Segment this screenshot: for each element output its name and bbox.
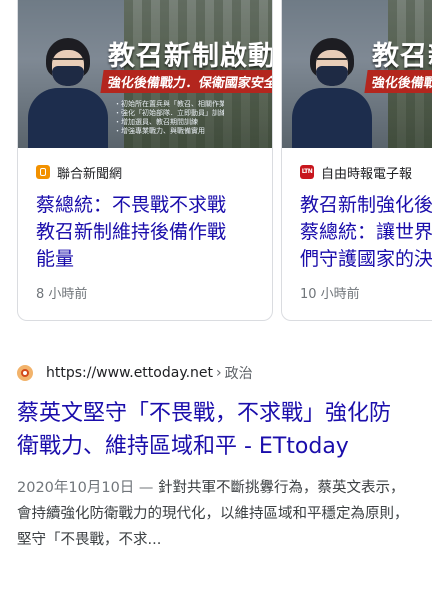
result-site-row[interactable]: https://www.ettoday.net › 政治 bbox=[17, 362, 417, 384]
ettoday-favicon-icon bbox=[17, 365, 33, 381]
news-source: 聯合新聞網 bbox=[36, 163, 123, 182]
president-figure bbox=[292, 30, 372, 148]
news-card[interactable]: 教召新制啟動 強化後備戰力．保衛國家安全！ ・初始所在置兵與「教召、相關作業及守… bbox=[17, 0, 273, 321]
news-thumbnail[interactable]: 教召新制啟動 強化後備戰力．保衛國家安全！ ・初始所在置兵與「教召、相關作業及守… bbox=[18, 0, 273, 148]
thumbnail-subtitle: 強化後備戰力．保衛國家安全！ bbox=[100, 70, 272, 93]
headline-line: 蔡總統：不畏戰不求戰 bbox=[36, 194, 227, 216]
thumbnail-title: 教召新制啟動 bbox=[372, 41, 432, 72]
headline-line: 能量 bbox=[36, 248, 75, 270]
news-headline[interactable]: 蔡總統：不畏戰不求戰 教召新制維持後備作戰 能量 bbox=[36, 192, 272, 273]
thumbnail-list-line: ・初始所在置兵與「教召、相關作業及守備陣位」 bbox=[114, 100, 224, 108]
headline-line: 教召新制維持後備作戰 bbox=[36, 221, 227, 243]
news-time: 10 小時前 bbox=[300, 287, 360, 302]
headline-line: 們守護國家的決 bbox=[300, 248, 432, 270]
thumbnail-list-line: ・增加選員、教召期間訓練 bbox=[114, 118, 198, 126]
thumbnail-list: ・初始所在置兵與「教召、相關作業及守備陣位」 ・強化「初始部隊．立即動員」訓練 … bbox=[114, 100, 224, 136]
date-dash: — bbox=[134, 480, 159, 496]
news-card[interactable]: 教召新制啟動 強化後備戰力．保衛國 LTN 自由時報電子報 教召新制強化後 蔡總… bbox=[281, 0, 432, 321]
result-url[interactable]: https://www.ettoday.net bbox=[46, 365, 213, 381]
ltn-logo-icon: LTN bbox=[300, 165, 314, 179]
result-breadcrumb: 政治 bbox=[224, 366, 253, 382]
news-time: 8 小時前 bbox=[36, 287, 88, 302]
top-stories-carousel: 教召新制啟動 強化後備戰力．保衛國家安全！ ・初始所在置兵與「教召、相關作業及守… bbox=[0, 0, 432, 340]
news-source: LTN 自由時報電子報 bbox=[300, 163, 413, 182]
udn-logo-icon bbox=[36, 165, 50, 179]
thumbnail-subtitle: 強化後備戰力．保衛國 bbox=[364, 70, 432, 93]
result-snippet: 2020年10月10日 — 針對共軍不斷挑釁行為，蔡英文表示，會持續強化防衛戰力… bbox=[17, 475, 412, 553]
thumbnail-list-line: ・強化「初始部隊．立即動員」訓練 bbox=[114, 109, 224, 117]
source-name: 聯合新聞網 bbox=[57, 166, 123, 182]
search-result: https://www.ettoday.net › 政治 蔡英文堅守「不畏戰，不… bbox=[17, 362, 417, 553]
headline-line: 教召新制強化後 bbox=[300, 194, 432, 216]
headline-line: 蔡總統：讓世界 bbox=[300, 221, 432, 243]
result-title-link[interactable]: 蔡英文堅守「不畏戰，不求戰」強化防衛戰力、維持區域和平 - ETtoday bbox=[17, 397, 397, 463]
breadcrumb-separator: › bbox=[216, 365, 222, 381]
news-headline[interactable]: 教召新制強化後 蔡總統：讓世界 們守護國家的決 bbox=[300, 192, 432, 273]
thumbnail-title: 教召新制啟動 bbox=[108, 41, 273, 72]
result-date: 2020年10月10日 bbox=[17, 480, 135, 496]
news-thumbnail[interactable]: 教召新制啟動 強化後備戰力．保衛國 bbox=[282, 0, 432, 148]
thumbnail-list-line: ・增強專業戰力、與戰備實用 bbox=[114, 127, 205, 135]
president-figure bbox=[28, 30, 108, 148]
source-name: 自由時報電子報 bbox=[321, 166, 413, 182]
